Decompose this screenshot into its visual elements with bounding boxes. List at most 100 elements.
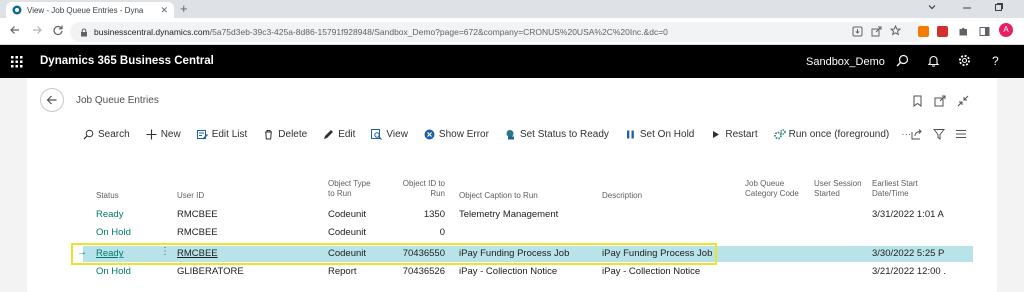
url-text: businesscentral.dynamics.com/5a75d3eb-39… xyxy=(94,27,668,37)
browser-tab[interactable]: View - Job Queue Entries - Dyna ✕ xyxy=(6,2,174,18)
column-header-object-id[interactable]: Object ID to Run xyxy=(385,179,445,199)
restart-action-label: Restart xyxy=(725,128,758,140)
table-row[interactable]: On Hold RMCBEE Codeunit 0 xyxy=(83,225,973,241)
column-header-category-code-line1: Job Queue xyxy=(745,179,785,188)
settings-gear-icon[interactable] xyxy=(958,54,971,72)
run-once-action[interactable]: Run once (foreground) xyxy=(773,128,890,140)
back-button[interactable] xyxy=(40,88,64,112)
forward-arrow-icon[interactable] xyxy=(31,24,43,39)
bookmark-icon[interactable] xyxy=(912,94,923,112)
row-object-caption: iPay - Collection Notice xyxy=(459,266,558,277)
install-app-icon[interactable] xyxy=(852,26,863,40)
plus-icon xyxy=(146,129,157,140)
back-arrow-icon[interactable] xyxy=(9,24,21,39)
new-action[interactable]: New xyxy=(146,129,181,140)
bookmark-star-icon[interactable] xyxy=(889,24,902,39)
column-header-object-type-line2: to Run xyxy=(328,189,352,198)
row-status[interactable]: On Hold xyxy=(96,266,131,277)
new-tab-button[interactable]: + xyxy=(180,1,188,16)
back-arrow-icon xyxy=(46,94,58,106)
set-on-hold-action[interactable]: Set On Hold xyxy=(625,129,694,140)
tab-close-icon[interactable]: ✕ xyxy=(160,5,168,16)
show-error-action[interactable]: Show Error xyxy=(424,129,489,140)
more-actions-button[interactable]: ··· xyxy=(901,129,911,140)
edit-list-action-label: Edit List xyxy=(211,128,248,140)
delete-action-label: Delete xyxy=(278,128,308,140)
trash-icon xyxy=(263,129,274,140)
column-header-description[interactable]: Description xyxy=(602,191,642,201)
action-bar: Search New Edit List Delete Edit View Sh… xyxy=(83,124,911,144)
row-user-id: GLIBERATORE xyxy=(177,266,244,277)
profile-avatar[interactable]: A xyxy=(999,23,1013,37)
set-on-hold-action-label: Set On Hold xyxy=(639,128,695,140)
share-icon[interactable] xyxy=(911,127,923,145)
column-header-session-started-line2: Started xyxy=(814,189,840,198)
annotation-highlight-box xyxy=(71,243,717,265)
status-icon xyxy=(505,129,516,140)
delete-action[interactable]: Delete xyxy=(263,129,307,140)
row-user-id: RMCBEE xyxy=(177,227,218,238)
column-header-status[interactable]: Status xyxy=(96,191,119,201)
tab-search-icon[interactable] xyxy=(927,2,937,15)
list-view-icon[interactable] xyxy=(955,127,967,145)
collapse-icon[interactable] xyxy=(957,94,969,112)
open-new-window-icon[interactable] xyxy=(934,94,946,112)
row-status[interactable]: Ready xyxy=(96,209,123,220)
search-icon xyxy=(83,129,94,140)
reload-icon[interactable] xyxy=(52,24,64,39)
edit-list-action[interactable]: Edit List xyxy=(196,128,248,140)
extension-1-icon[interactable] xyxy=(918,26,929,37)
table-row[interactable]: Ready RMCBEE Codeunit 1350 Telemetry Man… xyxy=(83,207,973,223)
edit-action[interactable]: Edit xyxy=(323,129,355,140)
view-action[interactable]: View xyxy=(371,128,408,140)
browser-toolbar: businesscentral.dynamics.com/5a75d3eb-39… xyxy=(0,18,1024,45)
app-launcher-icon[interactable] xyxy=(11,55,23,73)
restore-icon[interactable] xyxy=(994,2,1004,15)
column-header-user-id[interactable]: User ID xyxy=(177,191,204,201)
play-icon xyxy=(710,129,721,140)
browser-tabstrip: View - Job Queue Entries - Dyna ✕ + xyxy=(0,0,1024,18)
row-description: iPay - Collection Notice xyxy=(602,266,701,277)
restart-action[interactable]: Restart xyxy=(710,128,758,140)
row-earliest-start: 3/30/2022 5:25 P xyxy=(872,248,945,259)
gears-icon xyxy=(773,128,786,140)
table-row[interactable]: On Hold GLIBERATORE Report 70436526 iPay… xyxy=(83,264,973,280)
minimize-icon[interactable] xyxy=(962,2,972,15)
address-bar[interactable]: businesscentral.dynamics.com/5a75d3eb-39… xyxy=(70,22,925,42)
app-name[interactable]: Dynamics 365 Business Central xyxy=(40,55,214,67)
page-title: Job Queue Entries xyxy=(76,95,159,106)
row-object-type: Codeunit xyxy=(328,209,367,220)
column-header-object-caption[interactable]: Object Caption to Run xyxy=(459,191,538,201)
view-action-label: View xyxy=(386,128,408,140)
extensions-puzzle-icon[interactable] xyxy=(958,26,969,40)
row-object-id: 70436526 xyxy=(402,266,445,277)
app-bar: Dynamics 365 Business Central Sandbox_De… xyxy=(0,45,1024,78)
column-header-session-started[interactable]: User Session Started xyxy=(814,179,862,199)
dynamics-favicon-icon xyxy=(12,5,22,15)
share-icon[interactable] xyxy=(871,26,882,40)
set-status-to-ready-action[interactable]: Set Status to Ready xyxy=(505,129,609,140)
notifications-bell-icon[interactable] xyxy=(927,54,940,72)
url-path: /5a75d3eb-39c3-425a-8d86-15791f928948/Sa… xyxy=(209,27,668,37)
run-once-action-label: Run once (foreground) xyxy=(788,128,890,140)
url-host: businesscentral.dynamics.com xyxy=(94,27,210,37)
column-header-session-started-line1: User Session xyxy=(814,179,862,188)
column-header-earliest-start[interactable]: Earliest Start Date/Time xyxy=(872,179,918,199)
pencil-icon xyxy=(323,129,334,140)
column-header-earliest-start-line1: Earliest Start xyxy=(872,179,918,188)
column-header-object-id-line2: Run xyxy=(430,189,445,198)
filter-icon[interactable] xyxy=(932,127,946,145)
search-action[interactable]: Search xyxy=(83,129,130,140)
column-header-object-type[interactable]: Object Type to Run xyxy=(328,179,371,199)
extension-2-icon[interactable] xyxy=(937,26,948,37)
row-object-type: Report xyxy=(328,266,357,277)
column-header-category-code[interactable]: Job Queue Category Code xyxy=(745,179,799,199)
column-header-object-id-line1: Object ID to xyxy=(402,179,445,188)
environment-name[interactable]: Sandbox_Demo xyxy=(806,56,885,68)
view-icon xyxy=(371,128,383,140)
row-status[interactable]: On Hold xyxy=(96,227,131,238)
side-panel-icon[interactable] xyxy=(979,26,990,40)
search-icon[interactable] xyxy=(896,54,909,72)
help-icon[interactable]: ? xyxy=(992,54,999,68)
new-action-label: New xyxy=(160,128,181,140)
